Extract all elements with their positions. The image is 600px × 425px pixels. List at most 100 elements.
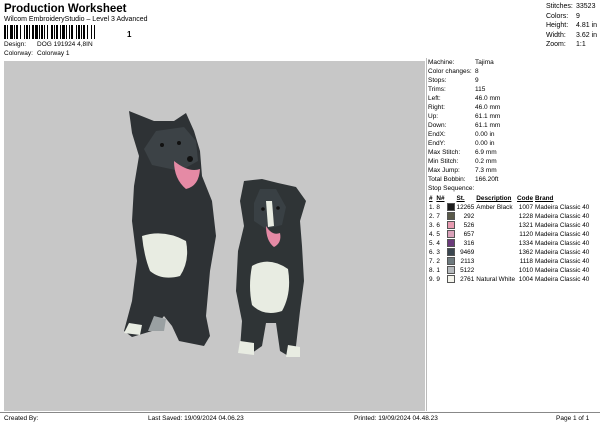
- machine-info-label: Left:: [428, 95, 441, 102]
- stitch-count: 657: [463, 231, 475, 238]
- color-swatch: [446, 230, 455, 239]
- thread-brand: Madeira Classic 40: [535, 258, 590, 265]
- thread-brand: Madeira Classic 40: [535, 222, 590, 229]
- stop-sequence-header: # N# St. Description Code Brand: [428, 194, 590, 203]
- machine-info-label: Max Jump:: [428, 167, 460, 174]
- thread-brand: Madeira Classic 40: [535, 213, 590, 220]
- machine-info-row: Left: 46.0 mm: [428, 94, 598, 103]
- machine-info-label: Right:: [428, 104, 445, 111]
- color-swatch-cell: [446, 212, 456, 221]
- stop-sequence-row: 4. 5 657 1120 Madeira Classic 40: [428, 230, 590, 239]
- thread-brand: Madeira Classic 40: [535, 249, 590, 256]
- design-label: Design:: [4, 41, 27, 48]
- machine-info-label: Up:: [428, 113, 439, 120]
- machine-info-row: Max Jump: 7.3 mm: [428, 166, 598, 175]
- color-swatch: [446, 266, 455, 275]
- machine-info-row: Down: 61.1 mm: [428, 121, 598, 130]
- machine-info-value: 61.1 mm: [475, 113, 501, 120]
- colorway-value: Colorway 1: [37, 50, 70, 57]
- stitch-count: 2761: [460, 276, 475, 283]
- machine-info-row: Max Stitch: 6.9 mm: [428, 148, 598, 157]
- color-swatch: [446, 239, 455, 248]
- stitch-count: 292: [463, 213, 475, 220]
- thread-description: Natural White: [476, 276, 516, 283]
- design-preview: [4, 61, 425, 411]
- machine-info-row: Total Bobbin: 166.20ft: [428, 175, 598, 184]
- big-dog-figure: [124, 111, 216, 346]
- thread-description: [475, 257, 516, 266]
- thread-code: 1334: [518, 240, 533, 247]
- color-swatch: [446, 275, 455, 284]
- machine-info-value: 0.00 in: [475, 131, 495, 138]
- thread-description: [475, 239, 516, 248]
- color-swatch-cell: [446, 230, 456, 239]
- stop-sequence-title: Stop Sequence:: [428, 185, 475, 192]
- machine-info-row: Stops: 9: [428, 76, 598, 85]
- col-brand: Brand: [535, 195, 554, 202]
- needle-number: 6: [436, 222, 440, 229]
- colorway-row: Colorway: Colorway 1: [4, 50, 70, 57]
- machine-info-label: Total Bobbin:: [428, 176, 466, 183]
- stop-sequence-row: 7. 2 2113 1118 Madeira Classic 40: [428, 257, 590, 266]
- colorway-label: Colorway:: [4, 50, 33, 57]
- machine-info-row: EndX: 0.00 in: [428, 130, 598, 139]
- stitch-count: 316: [463, 240, 475, 247]
- machine-info-label: EndX:: [428, 131, 446, 138]
- color-swatch-cell: [446, 203, 456, 212]
- design-value: DOG 191924 4,8IN: [37, 41, 93, 48]
- stat-zoom: Zoom: 1:1: [546, 41, 586, 48]
- small-dog-figure: [236, 179, 306, 357]
- machine-info-value: 166.20ft: [475, 176, 499, 183]
- thread-description: [475, 266, 516, 275]
- machine-info-row: Color changes: 8: [428, 67, 598, 76]
- stat-width: Width: 3.62 in: [546, 31, 598, 39]
- thread-description: [475, 230, 516, 239]
- machine-info-row: Min Stitch: 0.2 mm: [428, 157, 598, 166]
- needle-number: 3: [436, 249, 440, 256]
- stop-number: 1.: [429, 204, 435, 211]
- stop-sequence-table: # N# St. Description Code Brand 1. 8 12265…: [428, 194, 590, 284]
- barcode-number: 1: [127, 30, 132, 39]
- thread-description: [475, 248, 516, 257]
- machine-info-value: 61.1 mm: [475, 122, 501, 129]
- col-needle: N#: [436, 195, 445, 202]
- machine-info-row: EndY: 0.00 in: [428, 139, 598, 148]
- stop-number: 4.: [429, 231, 435, 238]
- barcode: [4, 25, 128, 39]
- needle-number: 1: [436, 267, 440, 274]
- color-swatch-cell: [446, 248, 456, 257]
- machine-info-value: Tajima: [475, 59, 494, 66]
- page-number: Page 1 of 1: [556, 415, 590, 422]
- col-code: Code: [517, 195, 533, 202]
- stop-sequence-row: 2. 7 292 1228 Madeira Classic 40: [428, 212, 590, 221]
- color-swatch-cell: [446, 239, 456, 248]
- needle-number: 5: [436, 231, 440, 238]
- stitch-count: 9469: [460, 249, 475, 256]
- machine-info-value: 6.9 mm: [475, 149, 497, 156]
- panel-divider: [426, 58, 427, 411]
- needle-number: 7: [436, 213, 440, 220]
- machine-info-value: 0.00 in: [475, 140, 495, 147]
- thread-brand: Madeira Classic 40: [535, 267, 590, 274]
- machine-info-panel: Machine: Tajima Color changes: 8 Stops: 9 Trim…: [428, 58, 598, 284]
- stop-number: 8.: [429, 267, 435, 274]
- stop-number: 7.: [429, 258, 435, 265]
- stop-number: 9.: [429, 276, 435, 283]
- stat-height: Height: 4.81 in: [546, 22, 598, 29]
- needle-number: 2: [436, 258, 440, 265]
- machine-info-label: Max Stitch:: [428, 149, 461, 156]
- color-swatch: [446, 248, 455, 257]
- machine-info-value: 9: [475, 77, 479, 84]
- thread-description: [475, 221, 516, 230]
- stat-colors: Colors: 9: [546, 12, 580, 20]
- created-by: Created By:: [4, 415, 39, 422]
- machine-info-label: Color changes:: [428, 68, 472, 75]
- stop-sequence-row: 9. 9 2761 Natural White 1004 Madeira Classic …: [428, 275, 590, 284]
- color-swatch: [446, 257, 455, 266]
- color-swatch-cell: [446, 257, 456, 266]
- machine-info-row: Right: 46.0 mm: [428, 103, 598, 112]
- color-swatch: [446, 203, 455, 212]
- col-swatch: [446, 194, 456, 203]
- printed-date: Printed: 19/09/2024 04.48.23: [354, 415, 438, 422]
- machine-info-row: Machine: Tajima: [428, 58, 598, 67]
